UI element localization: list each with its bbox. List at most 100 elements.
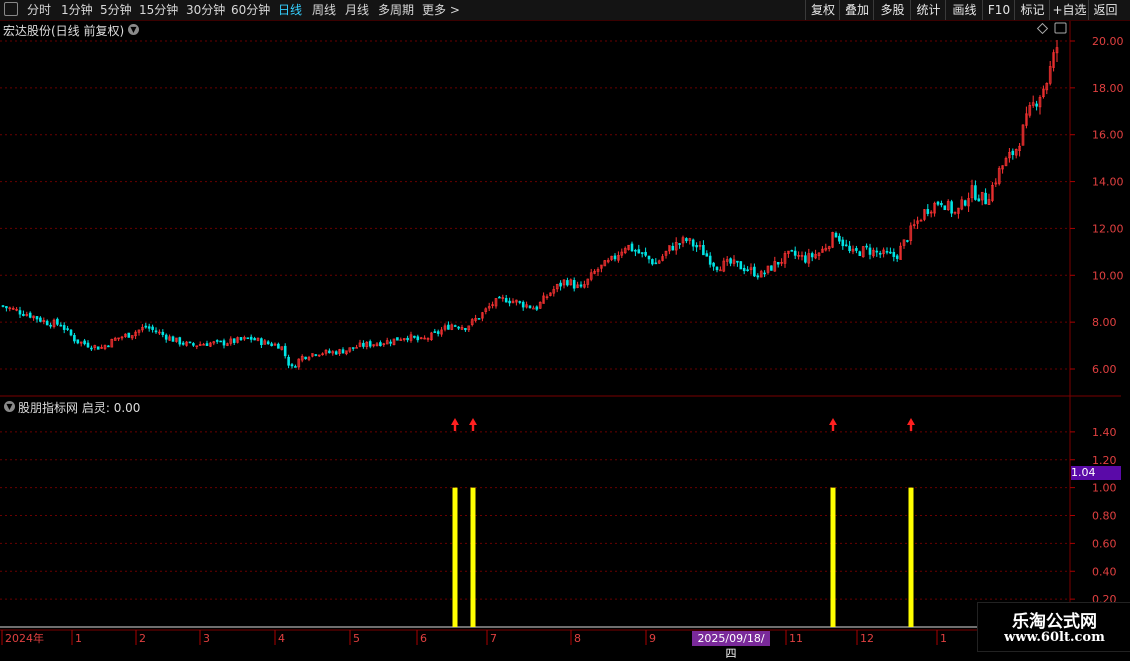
candle-body <box>508 300 511 304</box>
candle-body <box>379 342 382 347</box>
candle-body <box>294 366 297 368</box>
candle-body <box>436 331 440 334</box>
candle-body <box>613 255 617 260</box>
candle-body <box>640 252 644 254</box>
candle-body <box>776 261 780 265</box>
signal-arrow-icon <box>469 418 477 431</box>
candle-body <box>219 340 222 343</box>
indicator-tick-label: 1.00 <box>1092 482 1117 495</box>
date-tick-label: 2024年 <box>5 631 44 645</box>
candle-body <box>654 262 658 265</box>
indicator-tick-label: 1.20 <box>1092 454 1117 467</box>
candle-body <box>396 337 399 341</box>
candle-body <box>1035 103 1038 107</box>
candle-body <box>790 250 794 252</box>
candle-body <box>892 252 896 257</box>
candle-body <box>936 201 940 205</box>
candle-body <box>249 336 253 340</box>
candle-body <box>334 351 338 355</box>
candle-body <box>943 205 947 211</box>
price-tick-label: 14.00 <box>1092 176 1124 189</box>
candle-body <box>266 341 270 345</box>
candle-body <box>260 338 263 346</box>
candle-body <box>895 255 899 259</box>
date-tick-label: 6 <box>420 632 427 645</box>
candle-body <box>810 253 814 258</box>
candle-body <box>222 340 226 346</box>
candle-body <box>406 337 409 341</box>
candle-body <box>770 265 773 271</box>
current-value-badge: 1.04 <box>1071 466 1121 480</box>
candle-body <box>368 341 372 347</box>
price-tick-label: 8.00 <box>1092 316 1117 329</box>
candle-body <box>977 198 981 202</box>
candle-body <box>705 253 709 257</box>
candle-body <box>868 247 872 255</box>
candle-body <box>239 337 243 341</box>
candle-body <box>178 337 182 345</box>
candle-body <box>171 336 175 342</box>
candle-body <box>314 354 318 356</box>
candle-body <box>647 255 651 260</box>
signal-arrow-icon <box>451 418 459 431</box>
date-tick-label: 5 <box>353 632 360 645</box>
candle-body <box>290 364 294 367</box>
candle-body <box>518 301 522 303</box>
date-tick-label: 3 <box>203 632 210 645</box>
side-panel-edge[interactable] <box>1121 20 1130 630</box>
price-tick-label: 12.00 <box>1092 222 1124 235</box>
candle-body <box>147 326 151 329</box>
date-tick-label: 9 <box>649 632 656 645</box>
candle-body <box>215 340 219 342</box>
candle-body <box>940 203 943 206</box>
candle-body <box>69 329 73 336</box>
candle-body <box>5 306 8 309</box>
window-toggle-icon[interactable] <box>1054 22 1067 34</box>
watermark-logo: 乐淘公式网 www.60lt.com <box>977 602 1130 652</box>
candle-body <box>66 328 69 330</box>
indicator-tick-label: 1.40 <box>1092 426 1117 439</box>
candle-body <box>96 346 100 350</box>
candle-body <box>127 332 131 338</box>
candle-body <box>328 350 331 354</box>
candle-body <box>858 251 862 257</box>
candle-body <box>389 341 392 344</box>
candle-body <box>756 275 760 278</box>
candle-body <box>62 325 66 330</box>
candle-body <box>416 336 420 341</box>
candle-body <box>161 331 165 335</box>
date-tick-label: 1 <box>940 632 947 645</box>
candle-body <box>56 318 59 325</box>
candle-body <box>351 347 355 349</box>
candle-body <box>28 312 32 318</box>
candle-body <box>447 324 450 330</box>
candle-body <box>253 338 256 341</box>
candle-body <box>671 245 675 251</box>
chart-canvas[interactable]: 20.00 18.00 16.00 14.00 12.00 10.00 8.00 6.00 1… <box>0 0 1130 650</box>
candle-body <box>715 266 719 271</box>
diamond-icon[interactable] <box>1036 22 1049 35</box>
signal-arrow-icon <box>907 418 915 431</box>
candle-body <box>90 347 93 350</box>
candle-body <box>739 261 743 270</box>
candle-body <box>841 239 845 247</box>
candle-body <box>433 331 437 333</box>
candle-body <box>18 310 22 315</box>
candle-body <box>566 280 569 286</box>
price-tick-label: 20.00 <box>1092 35 1124 48</box>
date-tick-label: 4 <box>278 632 285 645</box>
candle-body <box>498 296 501 299</box>
candle-body <box>974 185 977 200</box>
indicator-tick-label: 0.40 <box>1092 565 1117 578</box>
candle-body <box>691 239 695 247</box>
candle-body <box>753 266 756 277</box>
candle-body <box>804 255 807 263</box>
candle-body <box>838 235 841 242</box>
candle-body <box>205 343 209 346</box>
candle-body <box>35 316 39 320</box>
candle-body <box>453 325 457 327</box>
candle-body <box>763 272 766 275</box>
candle-body <box>637 249 641 254</box>
date-tick-label: 1 <box>75 632 82 645</box>
date-tick-label: 11 <box>789 632 803 645</box>
